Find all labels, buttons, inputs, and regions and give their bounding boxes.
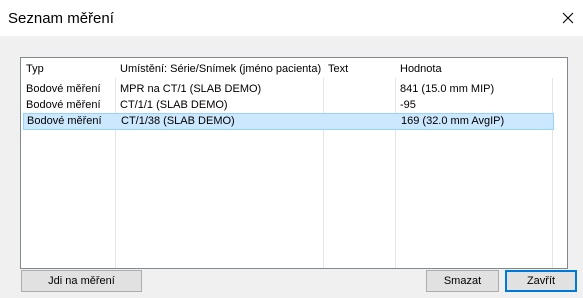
close-button[interactable] [553,4,583,32]
dialog-content: Typ Umístění: Série/Snímek (jméno pacien… [0,36,583,298]
go-to-measurement-button[interactable]: Jdi na měření [21,270,142,292]
table-row-selected[interactable]: Bodové měření CT/1/38 (SLAB DEMO) 169 (3… [23,113,554,130]
list-header: Typ Umístění: Série/Snímek (jméno pacien… [21,58,567,78]
column-header-text[interactable]: Text [328,62,394,76]
row-value: 841 (15.0 mm MIP) [400,83,495,95]
table-row[interactable]: Bodové měření MPR na CT/1 (SLAB DEMO) 84… [21,81,567,97]
row-location: CT/1/1 (SLAB DEMO) [120,99,228,111]
row-value: -95 [400,99,416,111]
title-bar: Seznam měření [0,0,583,36]
row-type: Bodové měření [26,99,101,111]
row-value: 169 (32.0 mm AvgIP) [401,115,505,127]
measurement-list-dialog: Seznam měření Typ Umístění: Série/Snímek… [0,0,583,298]
row-location: MPR na CT/1 (SLAB DEMO) [120,83,262,95]
close-icon [562,12,574,24]
column-header-type[interactable]: Typ [26,62,112,76]
close-dialog-button[interactable]: Zavřít [505,270,577,292]
row-type: Bodové měření [26,83,101,95]
window-title: Seznam měření [8,10,114,27]
table-row[interactable]: Bodové měření CT/1/1 (SLAB DEMO) -95 [21,97,567,113]
column-header-value[interactable]: Hodnota [400,62,550,76]
row-type: Bodové měření [27,115,102,127]
measurement-list[interactable]: Typ Umístění: Série/Snímek (jméno pacien… [20,57,568,269]
row-location: CT/1/38 (SLAB DEMO) [121,115,235,127]
delete-button[interactable]: Smazat [426,270,499,292]
column-header-location[interactable]: Umístění: Série/Snímek (jméno pacienta) [120,62,322,76]
